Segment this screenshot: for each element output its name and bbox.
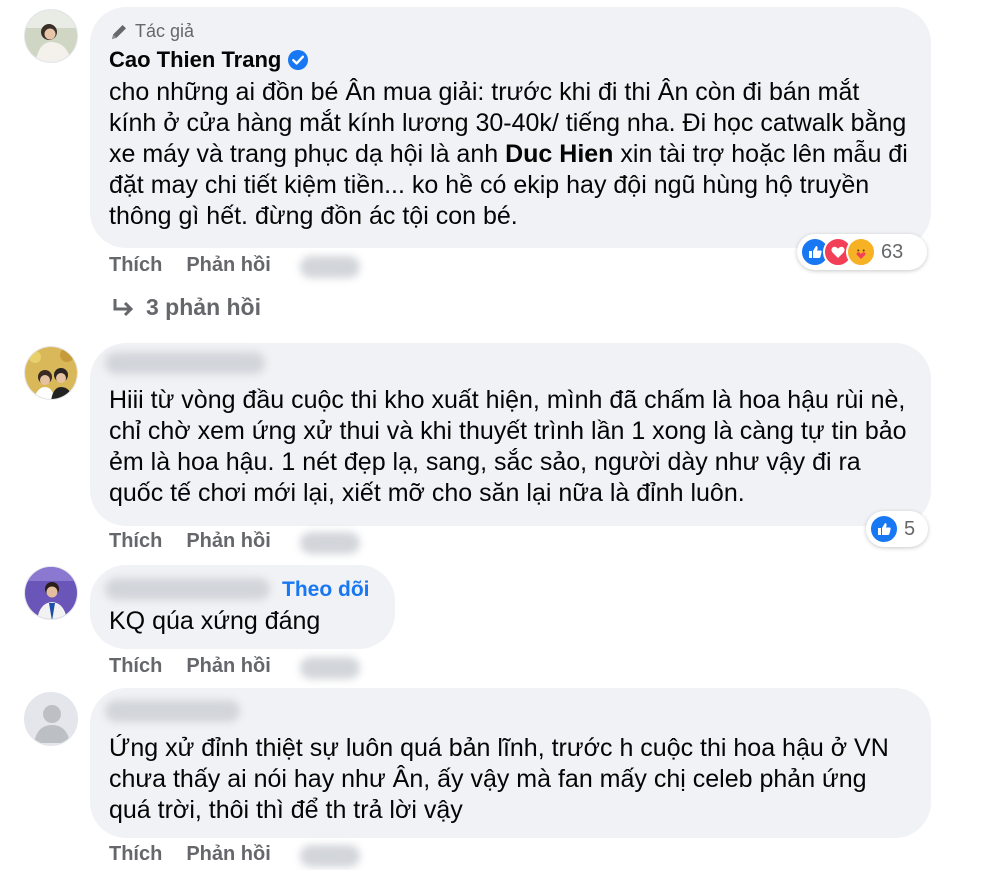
like-link[interactable]: Thích — [109, 254, 162, 277]
blurred-timestamp — [300, 532, 360, 554]
comment-actions: Thích Phản hồi — [109, 843, 295, 866]
like-icon — [869, 514, 899, 544]
comment-text: KQ qúa xứng đáng — [109, 607, 321, 635]
verified-icon — [288, 50, 309, 70]
reply-link[interactable]: Phản hồi — [186, 254, 270, 277]
reaction-summary[interactable]: 63 — [797, 234, 927, 270]
mention-link[interactable]: Duc Hien — [505, 140, 613, 168]
blurred-timestamp — [300, 845, 360, 867]
avatar[interactable] — [24, 9, 78, 63]
avatar[interactable] — [24, 692, 78, 746]
comment-actions: Thích Phản hồi — [109, 254, 295, 277]
comment-text: cho những ai đồn bé Ân mua giải: trước k… — [109, 78, 908, 230]
avatar[interactable] — [24, 566, 78, 620]
comment-text: Ứng xử đỉnh thiệt sự luôn quá bản lĩnh, … — [109, 734, 889, 824]
like-link[interactable]: Thích — [109, 530, 162, 553]
author-badge-label: Tác giả — [135, 21, 195, 41]
reply-link[interactable]: Phản hồi — [186, 655, 270, 678]
avatar[interactable] — [24, 346, 78, 400]
comment-actions: Thích Phản hồi — [109, 530, 295, 553]
reaction-count: 63 — [881, 240, 904, 263]
view-replies-label[interactable]: 3 phản hồi — [146, 294, 261, 321]
blurred-author-name[interactable] — [105, 352, 265, 374]
reply-link[interactable]: Phản hồi — [186, 530, 270, 553]
reply-arrow-icon — [113, 298, 134, 316]
blurred-timestamp — [300, 256, 360, 278]
reply-link[interactable]: Phản hồi — [186, 843, 270, 866]
view-replies-link[interactable]: 3 phản hồi — [112, 294, 261, 321]
pencil-icon — [112, 24, 126, 39]
comment-actions: Thích Phản hồi — [109, 655, 295, 678]
like-link[interactable]: Thích — [109, 655, 162, 678]
comment-text: Hiii từ vòng đầu cuộc thi kho xuất hiện,… — [109, 386, 907, 507]
blurred-timestamp — [300, 657, 360, 679]
blurred-author-name[interactable] — [105, 578, 270, 600]
author-badge: Tác giả — [109, 21, 194, 42]
follow-link[interactable]: Theo dõi — [282, 578, 370, 602]
blurred-author-name[interactable] — [105, 700, 240, 722]
reaction-count: 5 — [904, 517, 916, 540]
reaction-summary[interactable]: 5 — [866, 511, 928, 547]
care-icon — [846, 237, 876, 267]
author-row: Cao Thien Trang — [109, 47, 309, 73]
author-name[interactable]: Cao Thien Trang — [109, 47, 281, 73]
like-link[interactable]: Thích — [109, 843, 162, 866]
